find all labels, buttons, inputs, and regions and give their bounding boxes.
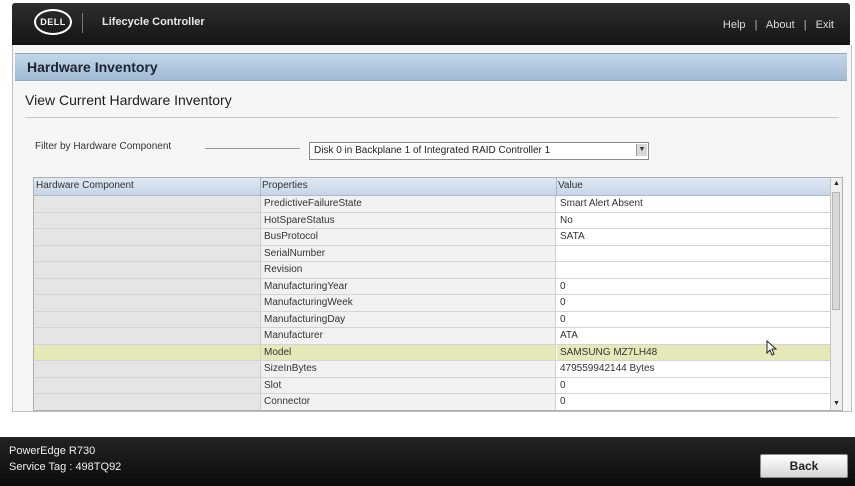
property-cell: SerialNumber xyxy=(261,245,556,261)
select-value: Disk 0 in Backplane 1 of Integrated RAID… xyxy=(314,145,551,156)
service-tag: Service Tag : 498TQ92 xyxy=(9,461,122,473)
component-cell xyxy=(34,229,261,245)
value-cell xyxy=(557,262,830,278)
table-row[interactable]: Revision xyxy=(34,262,830,279)
column-divider xyxy=(260,178,261,195)
component-cell xyxy=(34,361,261,377)
dropdown-arrow-icon[interactable]: ▼ xyxy=(636,144,647,156)
table-row[interactable]: ManufacturingDay 0 xyxy=(34,311,830,328)
component-cell xyxy=(34,394,261,410)
component-cell xyxy=(34,245,261,261)
top-links: Help | About | Exit xyxy=(723,19,834,31)
value-cell: 0 xyxy=(557,295,830,311)
column-divider xyxy=(556,178,557,195)
value-cell: No xyxy=(557,212,830,228)
property-cell: BusProtocol xyxy=(261,229,556,245)
link-separator: | xyxy=(754,19,758,31)
exit-link[interactable]: Exit xyxy=(816,19,834,31)
value-cell: ATA xyxy=(557,328,830,344)
table-row[interactable]: HotSpareStatus No xyxy=(34,212,830,229)
table-header: Hardware Component Properties Value xyxy=(34,178,830,196)
property-cell: Manufacturer xyxy=(261,328,556,344)
table-row[interactable]: SizeInBytes 479559942144 Bytes xyxy=(34,361,830,378)
component-cell xyxy=(34,278,261,294)
value-cell: 0 xyxy=(557,377,830,393)
component-cell xyxy=(34,196,261,212)
scroll-thumb[interactable] xyxy=(832,192,840,310)
value-cell: SAMSUNG MZ7LH48 xyxy=(557,344,830,360)
column-header-component: Hardware Component xyxy=(36,180,134,191)
filter-leader-line xyxy=(205,148,300,149)
title-divider xyxy=(25,117,839,118)
section-title: Hardware Inventory xyxy=(27,59,158,75)
property-cell: Slot xyxy=(261,377,556,393)
back-button[interactable]: Back xyxy=(760,454,848,478)
property-cell: SizeInBytes xyxy=(261,361,556,377)
table-row[interactable]: Slot 0 xyxy=(34,377,830,394)
value-cell: Smart Alert Absent xyxy=(557,196,830,212)
property-cell: Model xyxy=(261,344,556,360)
component-cell xyxy=(34,411,261,412)
property-cell: Connector xyxy=(261,394,556,410)
filter-label: Filter by Hardware Component xyxy=(35,141,172,152)
property-cell: HotSpareStatus xyxy=(261,212,556,228)
property-cell: PredictiveFailureState xyxy=(261,196,556,212)
value-cell: 479559942144 Bytes xyxy=(557,361,830,377)
system-model: PowerEdge R730 xyxy=(9,445,96,457)
table-row[interactable]: SerialNumber xyxy=(34,245,830,262)
component-cell xyxy=(34,311,261,327)
component-cell xyxy=(34,212,261,228)
value-cell xyxy=(557,245,830,261)
about-link[interactable]: About xyxy=(766,19,795,31)
component-cell xyxy=(34,328,261,344)
value-cell: 0 xyxy=(557,311,830,327)
table-row[interactable]: ManufacturingYear 0 xyxy=(34,278,830,295)
table-row[interactable]: ManufacturingWeek 0 xyxy=(34,295,830,312)
scroll-up-arrow-icon[interactable]: ▲ xyxy=(831,178,842,190)
help-link[interactable]: Help xyxy=(723,19,746,31)
dell-logo: DELL xyxy=(34,9,72,35)
main-panel: Hardware Inventory View Current Hardware… xyxy=(12,45,852,412)
table-row[interactable]: Model SAMSUNG MZ7LH48 xyxy=(34,344,830,361)
scroll-down-arrow-icon[interactable]: ▼ xyxy=(831,398,842,410)
table-row[interactable]: Connector 0 xyxy=(34,394,830,410)
inventory-table: Hardware Component Properties Value Pred… xyxy=(33,177,843,411)
column-header-properties: Properties xyxy=(262,180,308,191)
footer-bar: PowerEdge R730 Service Tag : 498TQ92 Bac… xyxy=(0,437,855,486)
value-cell: SATA xyxy=(557,229,830,245)
app-title: Lifecycle Controller xyxy=(102,16,205,28)
table-row[interactable]: PredictiveFailureState Smart Alert Absent xyxy=(34,196,830,213)
page-title: View Current Hardware Inventory xyxy=(25,92,232,108)
logo-divider xyxy=(82,13,83,33)
table-row[interactable]: BusProtocol SATA xyxy=(34,229,830,246)
component-cell xyxy=(34,377,261,393)
table-body: PredictiveFailureState Smart Alert Absent… xyxy=(34,196,830,412)
property-cell: Revision xyxy=(261,262,556,278)
hardware-component-select[interactable]: Disk 0 in Backplane 1 of Integrated RAID… xyxy=(309,142,649,160)
property-cell: ManufacturingYear xyxy=(261,278,556,294)
table-scrollbar[interactable]: ▲ ▼ xyxy=(830,178,842,410)
section-header: Hardware Inventory xyxy=(15,53,847,81)
property-cell: RaidStatus xyxy=(261,411,556,412)
link-separator: | xyxy=(803,19,807,31)
mouse-cursor-icon xyxy=(766,340,778,356)
value-cell: Ready xyxy=(557,411,830,412)
component-cell xyxy=(34,344,261,360)
property-cell: ManufacturingDay xyxy=(261,311,556,327)
column-header-value: Value xyxy=(558,180,583,191)
table-row[interactable]: RaidStatusReady xyxy=(34,411,830,412)
component-cell xyxy=(34,295,261,311)
top-bar: DELL Lifecycle Controller Help | About |… xyxy=(12,3,850,45)
component-cell xyxy=(34,262,261,278)
value-cell: 0 xyxy=(557,278,830,294)
value-cell: 0 xyxy=(557,394,830,410)
table-row[interactable]: Manufacturer ATA xyxy=(34,328,830,345)
property-cell: ManufacturingWeek xyxy=(261,295,556,311)
